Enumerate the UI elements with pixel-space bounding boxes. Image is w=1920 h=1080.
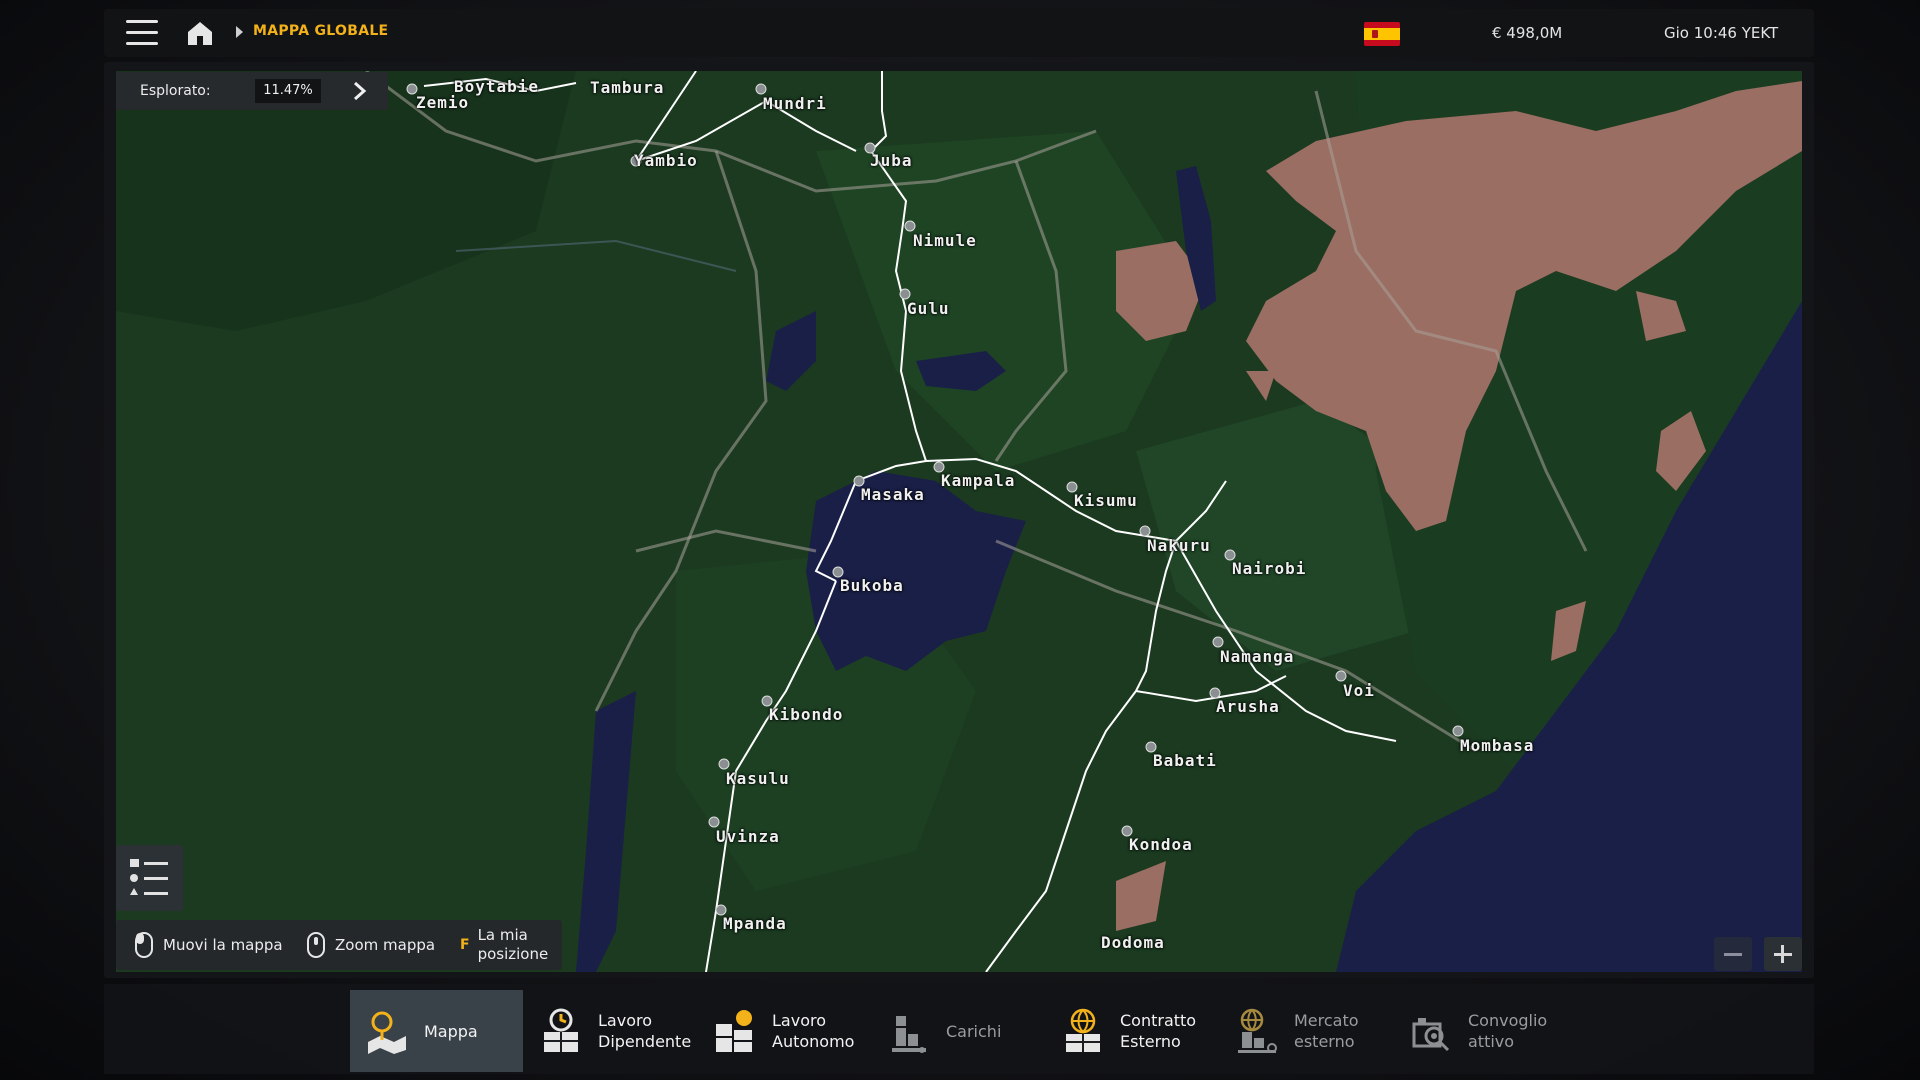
city-label[interactable]: Dodoma <box>1101 933 1165 952</box>
city-dot-mundri[interactable] <box>755 83 767 95</box>
explored-panel: Esplorato: 11.47% <box>116 72 388 110</box>
city-dot-kasulu[interactable] <box>718 758 730 770</box>
explored-value: 11.47% <box>255 79 321 103</box>
city-label[interactable]: Uvinza <box>716 827 780 846</box>
tab-lavoro-autonomo[interactable]: Lavoro Autonomo <box>698 990 870 1072</box>
city-label[interactable]: Yambio <box>634 151 698 170</box>
external-market-icon <box>1238 1008 1277 1053</box>
tab-label: Mappa <box>424 1021 478 1041</box>
home-icon[interactable] <box>186 20 214 46</box>
city-label[interactable]: Mundri <box>763 94 827 113</box>
tab-label: Carichi <box>946 1021 1002 1041</box>
tab-convoglio-attivo[interactable]: Convoglio attivo <box>1394 990 1566 1072</box>
city-label[interactable]: Kondoa <box>1129 835 1193 854</box>
city-dot-nimule[interactable] <box>904 220 916 232</box>
hint-move-label: Muovi la mappa <box>163 936 283 954</box>
job-clock-icon <box>544 1008 578 1052</box>
city-label[interactable]: Tambura <box>590 78 664 97</box>
hint-position-line2: posizione <box>477 945 549 963</box>
control-hints: Muovi la mappa Zoom mappa F La mia posizi… <box>116 920 562 970</box>
city-label[interactable]: Kisumu <box>1074 491 1138 510</box>
tab-label: Lavoro <box>772 1011 826 1030</box>
convoy-icon <box>1412 1018 1450 1052</box>
city-label[interactable]: Gulu <box>907 299 950 318</box>
tab-label-line2: Esterno <box>1120 1032 1181 1051</box>
city-label[interactable]: Nimule <box>913 231 977 250</box>
mouse-wheel-icon <box>307 932 325 958</box>
city-dot-uvinza[interactable] <box>708 816 720 828</box>
world-map[interactable]: Zemio Boytabie Tambura Mundri Yambio Jub… <box>116 71 1802 972</box>
tab-contratto-esterno[interactable]: Contratto Esterno <box>1046 990 1218 1072</box>
city-dot-namanga[interactable] <box>1212 636 1224 648</box>
city-dot-mombasa[interactable] <box>1452 725 1464 737</box>
city-dot-nakuru[interactable] <box>1139 525 1151 537</box>
hint-zoom-label: Zoom mappa <box>335 936 436 954</box>
tab-label: Lavoro <box>598 1011 652 1030</box>
city-label[interactable]: Bukoba <box>840 576 904 595</box>
city-label[interactable]: Voi <box>1343 681 1375 700</box>
cargo-icon <box>892 1016 926 1053</box>
hint-position-line1: La mia <box>477 926 528 944</box>
spain-flag-icon <box>1364 22 1400 46</box>
city-label[interactable]: Kibondo <box>769 705 843 724</box>
globe-contract-icon <box>1066 1008 1100 1052</box>
tab-label: Convoglio <box>1468 1011 1548 1030</box>
tab-label-line2: esterno <box>1294 1032 1355 1051</box>
tab-lavoro-dipendente[interactable]: Lavoro Dipendente <box>524 990 696 1072</box>
explored-label: Esplorato: <box>140 83 211 99</box>
legend-list-icon <box>130 859 168 895</box>
zoom-in-button[interactable] <box>1764 937 1802 971</box>
city-label[interactable]: Mpanda <box>723 914 787 933</box>
city-label[interactable]: Arusha <box>1216 697 1280 716</box>
city-label[interactable]: Nairobi <box>1232 559 1306 578</box>
hint-move: Muovi la mappa <box>134 920 283 970</box>
city-label[interactable]: Juba <box>870 151 913 170</box>
tab-label-line2: attivo <box>1468 1032 1515 1051</box>
city-label[interactable]: Kampala <box>941 471 1015 490</box>
freelance-icon <box>716 1010 752 1052</box>
city-label[interactable]: Nakuru <box>1147 536 1211 555</box>
tab-label-line2: Autonomo <box>772 1032 855 1051</box>
tab-label: Contratto <box>1120 1011 1197 1030</box>
breadcrumb[interactable]: MAPPA GLOBALE <box>253 23 388 39</box>
map-terrain <box>116 71 1802 972</box>
tab-mercato-esterno[interactable]: Mercato esterno <box>1220 990 1392 1072</box>
top-bar: MAPPA GLOBALE € 498,0M Gio 10:46 YEKT <box>104 9 1814 57</box>
legend-button[interactable] <box>116 845 183 911</box>
tab-label-line2: Dipendente <box>598 1032 692 1051</box>
game-clock: Gio 10:46 YEKT <box>1664 24 1779 42</box>
city-label[interactable]: Mombasa <box>1460 736 1534 755</box>
breadcrumb-arrow-icon <box>236 26 243 38</box>
key-f-badge: F <box>460 937 470 953</box>
hint-zoom: Zoom mappa <box>306 920 435 970</box>
money-balance: € 498,0M <box>1492 24 1563 42</box>
city-label[interactable]: Babati <box>1153 751 1217 770</box>
zoom-out-button[interactable] <box>1714 937 1752 971</box>
map-icon <box>368 1011 406 1054</box>
tab-carichi[interactable]: Carichi <box>872 990 1044 1072</box>
city-label[interactable]: Kasulu <box>726 769 790 788</box>
city-dot-voi[interactable] <box>1335 670 1347 682</box>
hamburger-menu-icon[interactable] <box>126 20 158 46</box>
chevron-right-icon[interactable] <box>349 81 369 101</box>
city-dot-gulu[interactable] <box>899 288 911 300</box>
city-label[interactable]: Namanga <box>1220 647 1294 666</box>
tab-label: Mercato <box>1294 1011 1359 1030</box>
mouse-drag-icon <box>135 932 153 958</box>
city-label[interactable]: Boytabie <box>454 77 539 96</box>
city-label[interactable]: Masaka <box>861 485 925 504</box>
tab-mappa[interactable]: Mappa <box>350 990 523 1072</box>
hint-my-position: F La mia posizione <box>460 920 548 970</box>
